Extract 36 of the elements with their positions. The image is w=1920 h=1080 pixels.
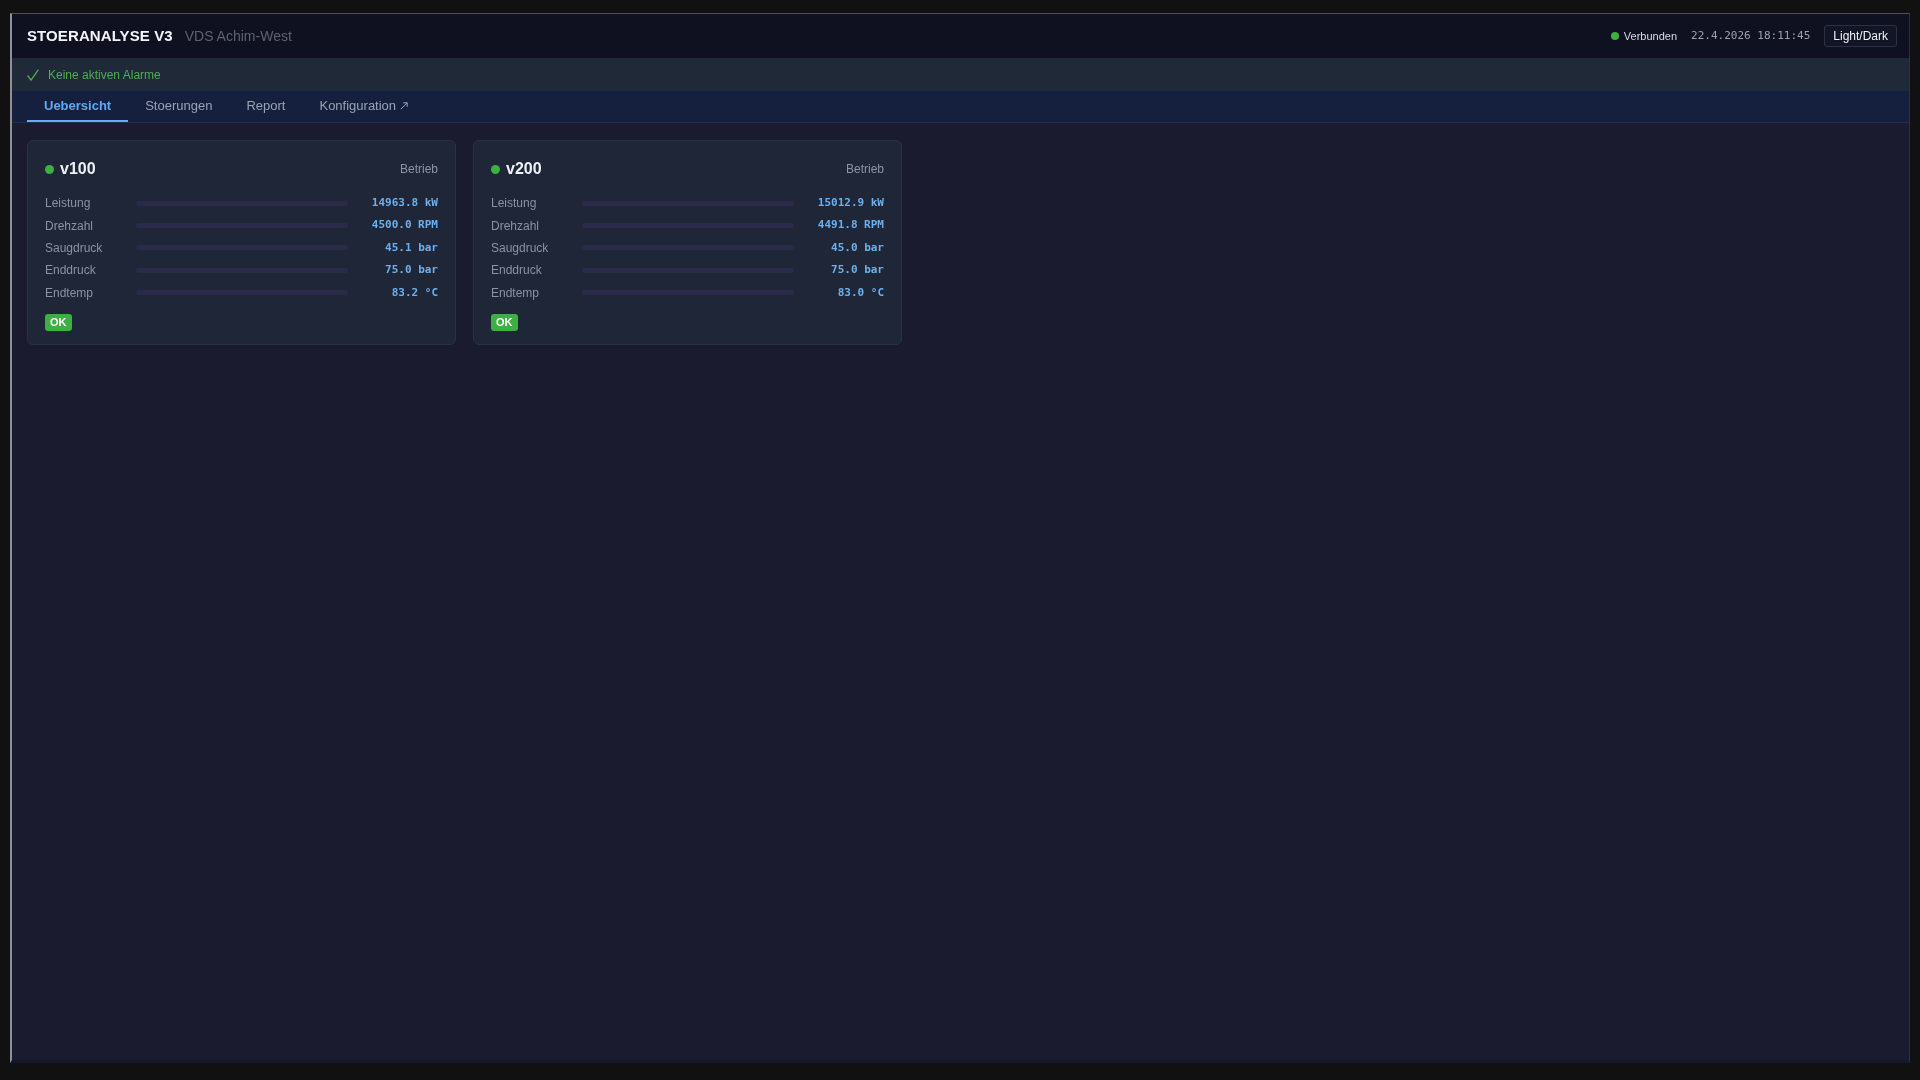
metric-value: 83.0 °C	[836, 284, 884, 301]
metric-value: 75.0 bar	[384, 262, 438, 279]
metric-value: 45.1 bar	[384, 239, 438, 256]
connection-status: Verbunden	[1623, 28, 1678, 44]
metric-label: Leistung	[491, 195, 538, 213]
theme-toggle-button[interactable]: Light/Dark	[1824, 24, 1897, 48]
tab[interactable]: Report	[229, 91, 303, 122]
unit-name: v200	[506, 159, 542, 179]
status-badge: OK	[491, 313, 518, 331]
alarm-message: Keine aktiven Alarme	[48, 66, 161, 84]
metric-label: Enddruck	[45, 262, 97, 280]
site-name: VDS Achim-West	[184, 26, 292, 46]
metric-value: 4500.0 RPM	[370, 217, 438, 234]
tab[interactable]: Stoerungen	[128, 91, 230, 122]
status-badge: OK	[45, 313, 72, 331]
unit-state: Betrieb	[845, 161, 884, 178]
metric-value: 15012.9 kW	[816, 194, 884, 211]
metric-label: Drehzahl	[45, 217, 95, 235]
metric-label: Drehzahl	[491, 217, 541, 235]
tab[interactable]: Uebersicht	[27, 91, 129, 122]
unit-name: v100	[60, 159, 96, 179]
app-title: STOERANALYSE V3	[27, 25, 173, 46]
metric-value: 45.0 bar	[830, 239, 884, 256]
metric-value: 4491.8 RPM	[816, 217, 884, 234]
metric-label: Enddruck	[491, 262, 543, 280]
date-time: 22.4.2026 18:11:45	[1691, 27, 1811, 44]
metric-value: 14963.8 kW	[370, 194, 438, 211]
tab[interactable]: Konfiguration	[302, 91, 426, 122]
metric-label: Leistung	[45, 195, 92, 213]
metric-label: Saugdruck	[491, 239, 550, 257]
unit-state: Betrieb	[399, 161, 438, 178]
metric-label: Endtemp	[45, 284, 95, 302]
metric-value: 75.0 bar	[830, 262, 884, 279]
metric-label: Saugdruck	[45, 239, 104, 257]
metric-value: 83.2 °C	[390, 284, 438, 301]
metric-label: Endtemp	[491, 284, 541, 302]
